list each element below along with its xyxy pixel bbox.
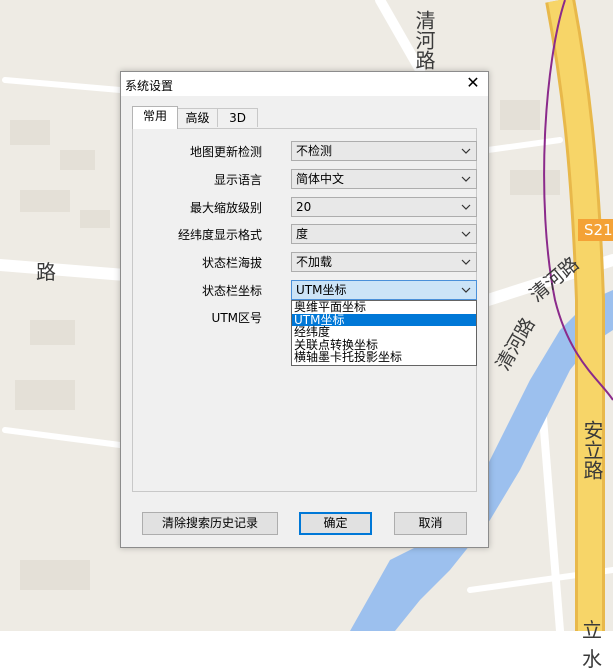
road-badge: S21 [578,219,613,241]
map-label-road-bottom: 立水 [582,618,602,671]
label-max-zoom-level: 最大缩放级别 [189,201,262,215]
display-language-value: 简体中文 [296,172,345,186]
tab-3d[interactable]: 3D [217,108,258,127]
display-language-select[interactable]: 简体中文 [291,169,477,189]
statusbar-coord-dropdown-list: 奥维平面坐标 UTM坐标 经纬度 关联点转换坐标 横轴墨卡托投影坐标 [291,300,477,366]
max-zoom-level-value: 20 [296,200,312,214]
label-coord-format: 经纬度显示格式 [177,228,262,242]
dropdown-option-latlng[interactable]: 经纬度 [292,326,476,339]
statusbar-coord-value: UTM坐标 [296,283,347,297]
label-map-update-check: 地图更新检测 [189,145,262,159]
label-statusbar-coord: 状态栏坐标 [201,284,262,298]
statusbar-altitude-value: 不加载 [296,255,333,269]
label-display-language: 显示语言 [213,173,262,187]
map-label-road-top: 清河路 [412,10,436,70]
chevron-down-icon [460,171,472,187]
label-utm-zone: UTM区号 [211,311,262,325]
chevron-down-icon [460,199,472,215]
tab-general[interactable]: 常用 [132,106,178,129]
coord-format-select[interactable]: 度 [291,224,477,244]
label-statusbar-altitude: 状态栏海拔 [201,256,262,270]
cancel-button[interactable]: 取消 [394,512,467,535]
ok-button[interactable]: 确定 [299,512,372,535]
dialog-title: 系统设置 [125,79,174,93]
dialog-titlebar[interactable]: 系统设置 ✕ [121,72,488,96]
chevron-down-icon [460,226,472,242]
clear-search-history-button[interactable]: 清除搜索历史记录 [142,512,278,535]
coord-format-value: 度 [296,227,309,241]
max-zoom-level-select[interactable]: 20 [291,197,477,217]
statusbar-altitude-select[interactable]: 不加载 [291,252,477,272]
close-icon[interactable]: ✕ [464,74,482,92]
map-update-check-select[interactable]: 不检测 [291,141,477,161]
tab-panel-general: 地图更新检测 不检测 显示语言 简体中文 最大缩放级别 20 经纬度显示格式 度… [132,128,477,492]
statusbar-coord-select[interactable]: UTM坐标 [291,280,477,300]
settings-dialog: 系统设置 ✕ 常用 高级 3D 地图更新检测 不检测 显示语言 简体中文 最大缩… [120,71,489,548]
chevron-down-icon [460,143,472,159]
tab-advanced[interactable]: 高级 [177,108,218,127]
map-update-check-value: 不检测 [296,144,333,158]
chevron-down-icon [460,282,472,298]
map-label-road-anli: 安立路 [580,420,604,480]
chevron-down-icon [460,254,472,270]
dropdown-option-transverse-mercator[interactable]: 横轴墨卡托投影坐标 [292,351,476,364]
dropdown-option-ovi-plane[interactable]: 奥维平面坐标 [292,301,476,314]
map-label-road-left: 路 [36,260,56,284]
